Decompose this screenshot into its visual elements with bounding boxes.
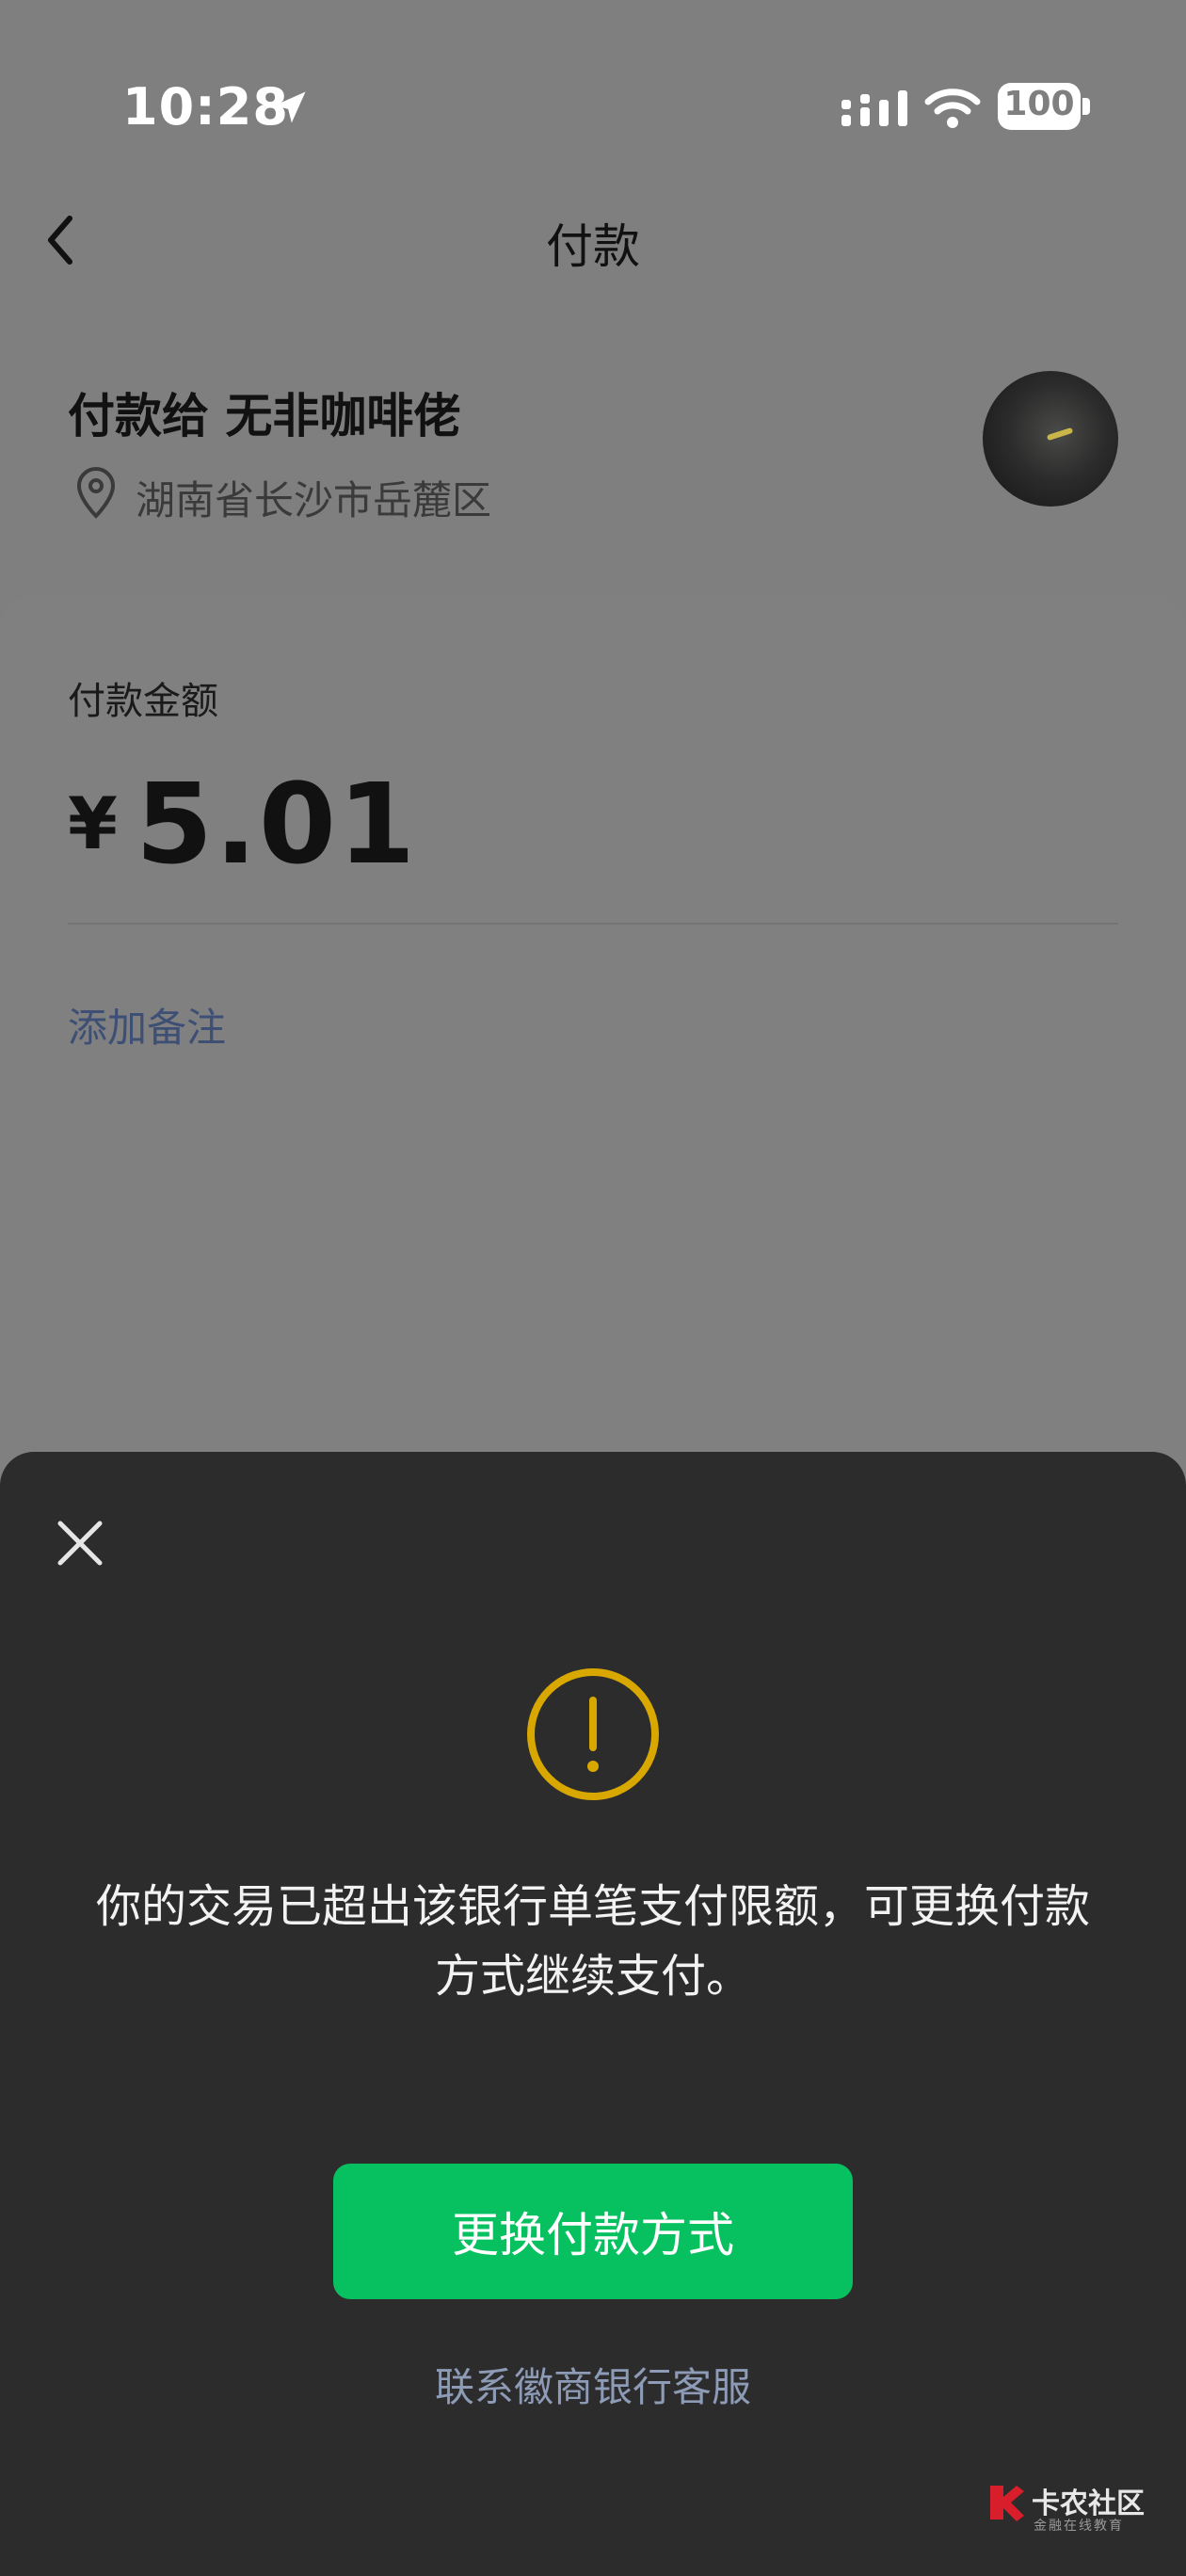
add-remark-link[interactable]: 添加备注 [68, 996, 226, 1054]
payee-avatar [983, 371, 1118, 507]
location-arrow-icon [274, 91, 306, 123]
error-message: 你的交易已超出该银行单笔支付限额，可更换付款方式继续支付。 [95, 1880, 1090, 2003]
battery-icon: 100 [998, 83, 1090, 130]
currency-symbol: ¥ [68, 781, 118, 865]
payee-name: 付款给 无非咖啡佬 [68, 389, 461, 443]
location-pin-icon [76, 467, 116, 519]
close-icon[interactable] [55, 1518, 105, 1569]
amount-value[interactable]: 5.01 [136, 759, 417, 889]
battery-level: 100 [1003, 85, 1075, 123]
amount-divider [68, 923, 1118, 925]
watermark-subtitle: 金融在线教育 [1034, 2519, 1124, 2534]
warning-icon [527, 1668, 659, 1800]
watermark-logo-icon [990, 2486, 1024, 2521]
amount-card [0, 595, 1186, 1518]
change-payment-method-button[interactable]: 更换付款方式 [333, 2164, 853, 2299]
wifi-icon [924, 89, 981, 128]
contact-bank-support-link[interactable]: 联系徽商银行客服 [0, 2356, 1186, 2413]
page-title: 付款 [546, 219, 640, 274]
status-time: 10:28 [122, 77, 289, 137]
amount-label: 付款金额 [68, 680, 218, 723]
signal-icon [841, 90, 907, 126]
payee-location: 湖南省长沙市岳麓区 [136, 477, 492, 523]
